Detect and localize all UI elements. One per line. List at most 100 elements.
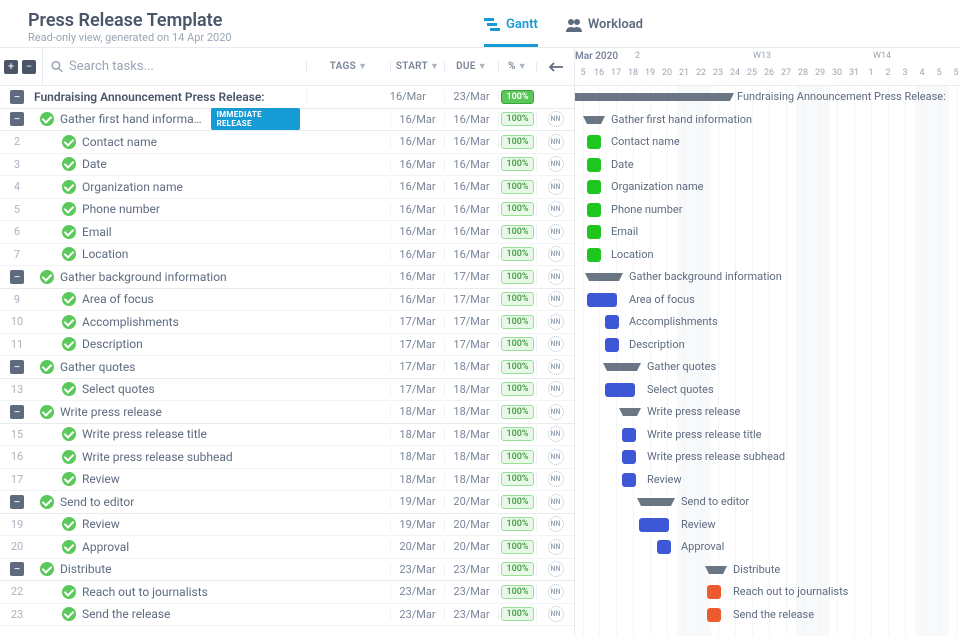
row-number: 2 — [0, 135, 34, 148]
gantt-bar[interactable] — [622, 473, 636, 487]
gantt-bar[interactable] — [587, 225, 601, 239]
task-row[interactable]: 15Write press release title18/Mar18/Mar1… — [0, 424, 574, 447]
cell-assignee[interactable]: NN — [536, 471, 574, 487]
task-row[interactable]: −Distribute23/Mar23/Mar100%NN — [0, 559, 574, 582]
task-row[interactable]: 16Write press release subhead18/Mar18/Ma… — [0, 446, 574, 469]
gantt-bar[interactable] — [607, 363, 637, 371]
gantt-bar[interactable] — [657, 540, 671, 554]
gantt-bar[interactable] — [587, 248, 601, 262]
avatar: NN — [548, 359, 564, 375]
task-row[interactable]: −Gather first hand informationIMMEDIATE … — [0, 109, 574, 132]
cell-assignee[interactable]: NN — [536, 561, 574, 577]
task-row[interactable]: 2Contact name16/Mar16/Mar100%NN — [0, 131, 574, 154]
gantt-bar[interactable] — [587, 158, 601, 172]
task-row[interactable]: 20Approval20/Mar20/Mar100%NN — [0, 536, 574, 559]
cell-assignee[interactable]: NN — [536, 539, 574, 555]
cell-percent: 100% — [498, 360, 536, 374]
column-header-due[interactable]: DUE▼ — [444, 61, 498, 72]
cell-assignee[interactable]: NN — [536, 314, 574, 330]
column-header-tags[interactable]: TAGS▼ — [306, 61, 390, 72]
cell-start: 17/Mar — [390, 360, 444, 373]
cell-assignee[interactable]: NN — [536, 224, 574, 240]
gantt-bar[interactable] — [709, 566, 723, 574]
gantt-bar[interactable] — [589, 273, 619, 281]
task-row[interactable]: −Fundraising Announcement Press Release:… — [0, 86, 574, 109]
gantt-bar[interactable] — [707, 585, 721, 599]
gantt-row: Organization name — [575, 176, 961, 199]
gantt-bar[interactable] — [641, 498, 671, 506]
scroll-left-button[interactable] — [536, 62, 574, 72]
cell-assignee[interactable]: NN — [536, 584, 574, 600]
task-row[interactable]: 13Select quotes17/Mar18/Mar100%NN — [0, 379, 574, 402]
collapse-all-button[interactable]: − — [22, 60, 36, 74]
task-row[interactable]: 17Review18/Mar18/Mar100%NN — [0, 469, 574, 492]
gantt-bar[interactable] — [587, 180, 601, 194]
task-row[interactable]: 7Location16/Mar16/Mar100%NN — [0, 244, 574, 267]
avatar: NN — [548, 471, 564, 487]
task-row[interactable]: 22Reach out to journalists23/Mar23/Mar10… — [0, 581, 574, 604]
cell-assignee[interactable]: NN — [536, 494, 574, 510]
cell-assignee[interactable]: NN — [536, 359, 574, 375]
cell-assignee[interactable]: NN — [536, 111, 574, 127]
task-row[interactable]: 10Accomplishments17/Mar17/Mar100%NN — [0, 311, 574, 334]
gantt-bar[interactable] — [605, 338, 619, 352]
expand-all-button[interactable]: + — [4, 60, 18, 74]
gantt-bar[interactable] — [587, 116, 601, 124]
cell-assignee[interactable]: NN — [536, 449, 574, 465]
gantt-bar[interactable] — [587, 135, 601, 149]
cell-assignee[interactable]: NN — [536, 201, 574, 217]
cell-assignee[interactable]: NN — [536, 291, 574, 307]
cell-assignee[interactable]: NN — [536, 426, 574, 442]
tab-workload[interactable]: Workload — [566, 17, 643, 47]
task-row[interactable]: −Send to editor19/Mar20/Mar100%NN — [0, 491, 574, 514]
gantt-bar[interactable] — [707, 608, 721, 622]
task-row[interactable]: 3Date16/Mar16/Mar100%NN — [0, 154, 574, 177]
cell-assignee[interactable]: NN — [536, 269, 574, 285]
collapse-button[interactable]: − — [10, 562, 24, 576]
page-subtitle: Read-only view, generated on 14 Apr 2020 — [28, 31, 468, 44]
cell-assignee[interactable]: NN — [536, 246, 574, 262]
collapse-button[interactable]: − — [10, 112, 24, 126]
task-row[interactable]: 19Review19/Mar20/Mar100%NN — [0, 514, 574, 537]
column-header-start[interactable]: START▼ — [390, 61, 444, 72]
cell-assignee[interactable]: NN — [536, 134, 574, 150]
cell-start: 16/Mar — [390, 180, 444, 193]
cell-assignee[interactable]: NN — [536, 381, 574, 397]
task-row[interactable]: 9Area of focus16/Mar17/Mar100%NN — [0, 289, 574, 312]
gantt-chart[interactable]: Mar 20202W13W145161718192021222324252627… — [575, 48, 961, 636]
gantt-bar[interactable] — [587, 203, 601, 217]
collapse-button[interactable]: − — [10, 495, 24, 509]
collapse-button[interactable]: − — [10, 405, 24, 419]
task-row[interactable]: 6Email16/Mar16/Mar100%NN — [0, 221, 574, 244]
gantt-bar[interactable] — [622, 450, 636, 464]
cell-assignee[interactable]: NN — [536, 156, 574, 172]
gantt-bar[interactable] — [605, 383, 635, 397]
gantt-row: Review — [575, 514, 961, 537]
cell-assignee[interactable]: NN — [536, 179, 574, 195]
task-row[interactable]: −Write press release18/Mar18/Mar100%NN — [0, 401, 574, 424]
column-header-percent[interactable]: %▼ — [498, 61, 536, 72]
task-row[interactable]: 11Description17/Mar17/Mar100%NN — [0, 334, 574, 357]
cell-due: 17/Mar — [444, 270, 498, 283]
cell-assignee[interactable]: NN — [536, 336, 574, 352]
cell-assignee[interactable]: NN — [536, 606, 574, 622]
collapse-button[interactable]: − — [10, 90, 24, 104]
collapse-button[interactable]: − — [10, 360, 24, 374]
search-input[interactable] — [69, 59, 298, 74]
tab-gantt[interactable]: Gantt — [484, 17, 538, 47]
task-row[interactable]: 4Organization name16/Mar16/Mar100%NN — [0, 176, 574, 199]
task-row[interactable]: 5Phone number16/Mar16/Mar100%NN — [0, 199, 574, 222]
gantt-bar[interactable] — [605, 315, 619, 329]
gantt-bar[interactable] — [623, 408, 637, 416]
gantt-bar[interactable] — [639, 518, 669, 532]
task-row[interactable]: −Gather quotes17/Mar18/Mar100%NN — [0, 356, 574, 379]
cell-assignee[interactable]: NN — [536, 404, 574, 420]
collapse-button[interactable]: − — [10, 270, 24, 284]
task-row[interactable]: −Gather background information16/Mar17/M… — [0, 266, 574, 289]
task-name: Organization name — [82, 180, 183, 194]
cell-assignee[interactable]: NN — [536, 516, 574, 532]
gantt-bar[interactable] — [575, 93, 730, 101]
gantt-bar[interactable] — [587, 293, 617, 307]
gantt-bar[interactable] — [622, 428, 636, 442]
task-row[interactable]: 23Send the release23/Mar23/Mar100%NN — [0, 604, 574, 627]
